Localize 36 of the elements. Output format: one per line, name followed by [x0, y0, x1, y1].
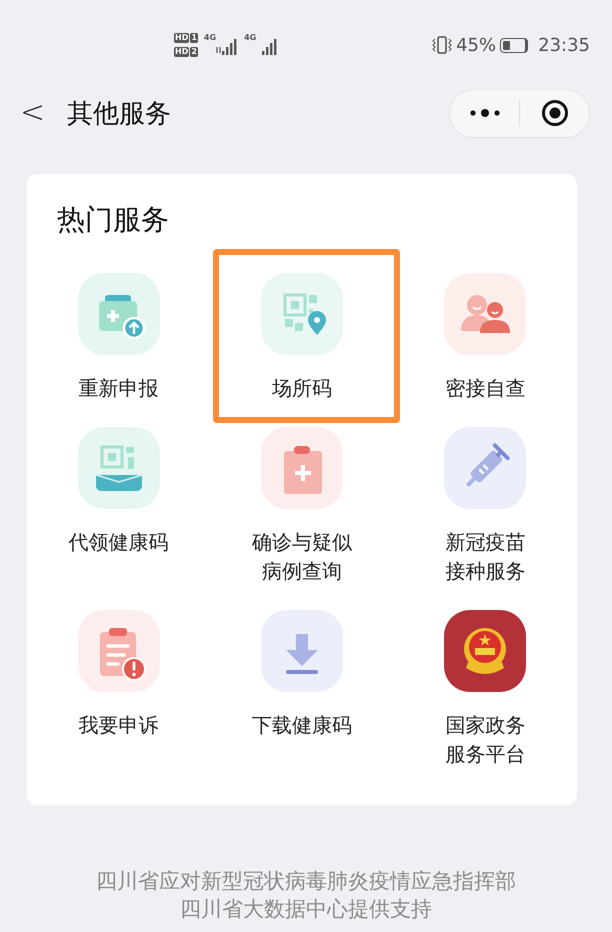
service-item[interactable]: 重新申报 — [78, 273, 160, 403]
emblem-icon — [444, 610, 526, 692]
service-item[interactable]: 密接自查 — [444, 273, 526, 403]
page-title: 其他服务 — [67, 98, 172, 130]
battery-percent: 45% — [456, 34, 496, 56]
footer-text: 四川省应对新型冠状病毒肺炎疫情应急指挥部 — [96, 868, 516, 895]
qr-location-icon — [260, 273, 343, 355]
service-item[interactable]: 场所码 — [260, 273, 343, 403]
clipboard-alert-icon — [78, 610, 160, 692]
clipboard-plus-icon — [260, 427, 343, 509]
people-icon — [444, 273, 526, 355]
syringe-icon — [444, 427, 526, 509]
target-icon — [540, 99, 568, 127]
network-type: 4G — [204, 33, 216, 43]
qr-code-icon — [78, 427, 160, 509]
sim-slot: 2 — [190, 47, 198, 57]
service-item[interactable]: 确诊与疑似 病例查询 — [252, 427, 352, 586]
service-item[interactable]: 下载健康码 — [252, 610, 352, 740]
service-item[interactable]: 新冠疫苗 接种服务 — [444, 427, 526, 586]
sim-badge: HD — [174, 47, 190, 57]
service-item[interactable]: 代领健康码 — [68, 427, 169, 557]
footer-text: 四川省大数据中心提供支持 — [180, 896, 432, 923]
download-icon — [260, 610, 343, 692]
back-button[interactable]: < — [12, 90, 54, 136]
network-type: 4G — [244, 33, 256, 43]
section-title: 热门服务 — [57, 202, 170, 238]
clock-time: 23:35 — [538, 34, 590, 56]
signal-icon — [216, 37, 238, 55]
service-item[interactable]: 国家政务 服务平台 — [444, 610, 526, 769]
sim-badge: HD — [174, 33, 190, 43]
service-item[interactable]: 我要申诉 — [78, 610, 160, 740]
folder-upload-icon — [78, 273, 160, 355]
vibrate-icon — [432, 35, 452, 55]
battery-icon — [500, 38, 528, 52]
sim-slot: 1 — [190, 33, 198, 43]
more-icon — [468, 107, 502, 119]
